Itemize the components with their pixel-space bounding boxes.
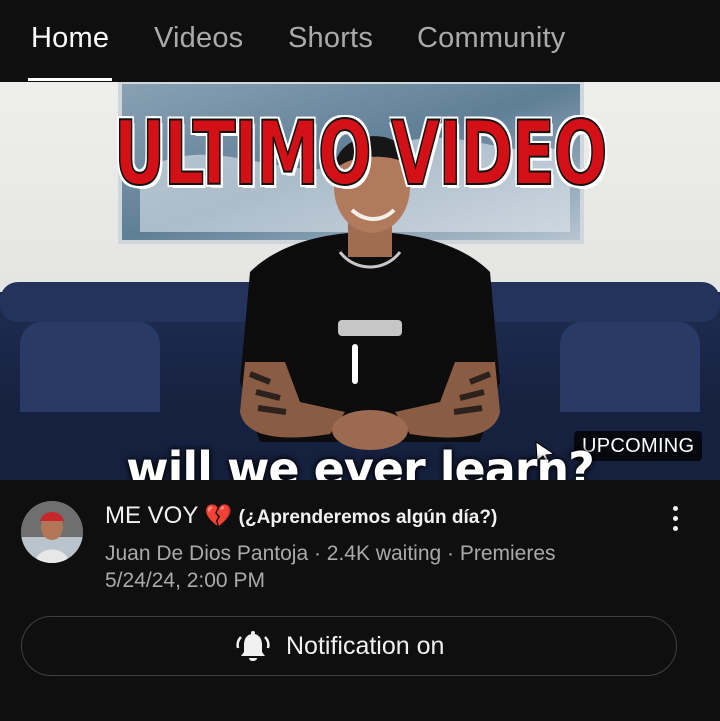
tab-videos[interactable]: Videos (154, 22, 243, 55)
active-tab-indicator (28, 78, 112, 81)
video-title-subtitle: (¿Aprenderemos algún día?) (238, 507, 498, 528)
video-thumbnail[interactable]: ULTIMO VIDEO UPCOMING will we ever learn… (0, 82, 720, 480)
bell-ringing-icon (236, 631, 270, 661)
thumbnail-caption: will we ever learn? (126, 442, 595, 480)
channel-waiting-line: Juan De Dios Pantoja · 2.4K waiting · Pr… (105, 542, 556, 565)
tab-home[interactable]: Home (31, 22, 109, 55)
tab-community[interactable]: Community (417, 22, 565, 55)
video-title[interactable]: ME VOY 💔 (¿Aprenderemos algún día?) (105, 502, 497, 530)
notification-button[interactable]: Notification on (21, 616, 677, 676)
channel-avatar[interactable] (21, 501, 83, 563)
thumbnail-headline: ULTIMO VIDEO (113, 101, 608, 206)
channel-tabs: Home Videos Shorts Community (0, 0, 720, 82)
broken-heart-icon: 💔 (204, 503, 232, 528)
video-title-main: ME VOY (105, 502, 198, 529)
premiere-date: 5/24/24, 2:00 PM (105, 569, 265, 592)
avatar-image (21, 501, 83, 563)
tab-shorts[interactable]: Shorts (288, 22, 373, 55)
more-options-icon[interactable] (660, 498, 690, 538)
notification-button-label: Notification on (286, 632, 445, 660)
video-metadata: Juan De Dios Pantoja · 2.4K waiting · Pr… (105, 540, 625, 594)
video-details: ME VOY 💔 (¿Aprenderemos algún día?) Juan… (0, 480, 720, 721)
